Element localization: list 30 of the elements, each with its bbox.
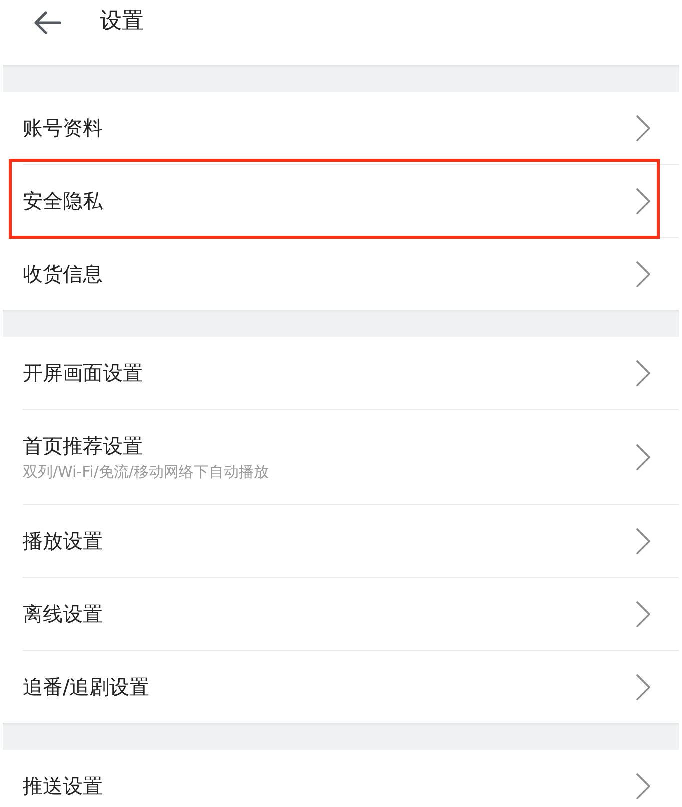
back-arrow-icon[interactable]	[34, 11, 62, 35]
row-label: 安全隐私	[23, 188, 103, 215]
chevron-right-icon	[636, 444, 651, 470]
row-label: 离线设置	[23, 601, 103, 628]
settings-row[interactable]: 追番/追剧设置	[3, 651, 679, 723]
settings-row[interactable]: 账号资料	[3, 92, 679, 164]
chevron-right-icon	[636, 772, 651, 800]
settings-row[interactable]: 收货信息	[3, 238, 679, 310]
settings-row[interactable]: 播放设置	[3, 505, 679, 577]
row-label: 账号资料	[23, 115, 103, 142]
chevron-right-icon	[636, 674, 651, 700]
row-label: 开屏画面设置	[23, 360, 143, 387]
row-label: 追番/追剧设置	[23, 674, 150, 701]
chevron-right-icon	[636, 600, 651, 628]
row-subtitle: 双列/Wi-Fi/免流/移动网络下自动播放	[23, 462, 269, 482]
chevron-right-icon	[636, 260, 651, 288]
settings-row[interactable]: 离线设置	[3, 578, 679, 650]
settings-row[interactable]: 安全隐私	[3, 165, 679, 237]
chevron-right-icon	[636, 360, 651, 386]
chevron-right-icon	[636, 528, 651, 554]
settings-row[interactable]: 推送设置	[3, 750, 679, 807]
page-title: 设置	[100, 8, 144, 36]
row-label: 收货信息	[23, 261, 103, 288]
row-label: 推送设置	[23, 773, 103, 800]
chevron-right-icon	[636, 188, 651, 214]
row-label: 播放设置	[23, 528, 103, 555]
chevron-right-icon	[636, 114, 651, 142]
settings-row[interactable]: 开屏画面设置	[3, 337, 679, 409]
settings-row[interactable]: 首页推荐设置 双列/Wi-Fi/免流/移动网络下自动播放	[3, 410, 679, 504]
row-label: 首页推荐设置	[23, 432, 143, 460]
